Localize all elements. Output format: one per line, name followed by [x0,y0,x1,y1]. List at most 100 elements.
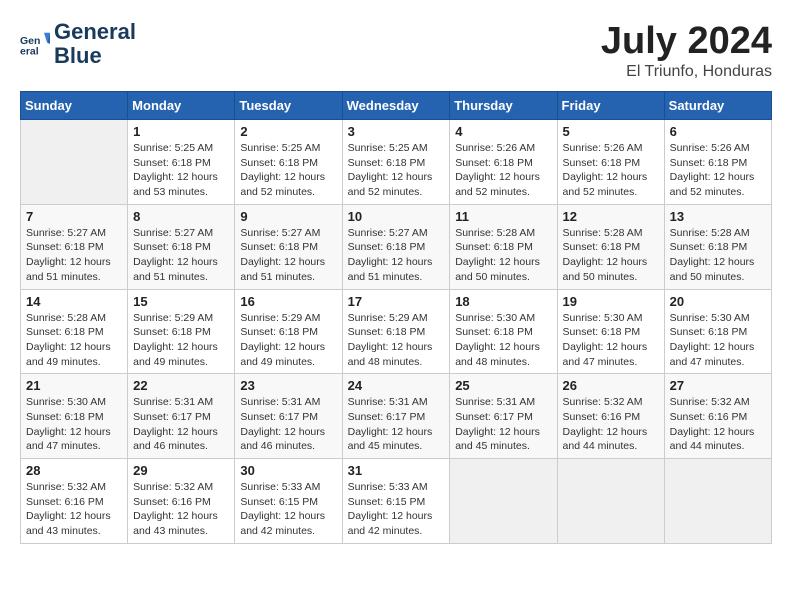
day-info: Sunrise: 5:30 AM Sunset: 6:18 PM Dayligh… [26,395,122,454]
calendar-cell: 14Sunrise: 5:28 AM Sunset: 6:18 PM Dayli… [21,289,128,374]
day-number: 5 [563,124,659,139]
day-info: Sunrise: 5:27 AM Sunset: 6:18 PM Dayligh… [133,226,229,285]
week-row-4: 21 Sunrise: 5:30 AM Sunset: 6:18 PM Dayli… [21,374,772,459]
calendar-cell: 23Sunrise: 5:31 AM Sunset: 6:17 PM Dayli… [235,374,342,459]
week-row-2: 7 Sunrise: 5:27 AM Sunset: 6:18 PM Daylig… [21,204,772,289]
day-number: 21 [26,378,122,393]
calendar-cell: 13Sunrise: 5:28 AM Sunset: 6:18 PM Dayli… [664,204,771,289]
calendar-cell: 30Sunrise: 5:33 AM Sunset: 6:15 PM Dayli… [235,459,342,544]
day-info: Sunrise: 5:31 AM Sunset: 6:17 PM Dayligh… [455,395,551,454]
day-header-thursday: Thursday [450,92,557,120]
day-number: 13 [670,209,766,224]
title-block: July 2024 El Triunfo, Honduras [601,20,772,81]
day-number: 20 [670,294,766,309]
calendar-cell: 27Sunrise: 5:32 AM Sunset: 6:16 PM Dayli… [664,374,771,459]
calendar-cell: 19Sunrise: 5:30 AM Sunset: 6:18 PM Dayli… [557,289,664,374]
week-row-5: 28 Sunrise: 5:32 AM Sunset: 6:16 PM Dayli… [21,459,772,544]
day-info: Sunrise: 5:32 AM Sunset: 6:16 PM Dayligh… [133,480,229,539]
calendar-cell: 31 Sunrise: 5:33 AM Sunset: 6:15 PM Dayli… [342,459,450,544]
day-info: Sunrise: 5:28 AM Sunset: 6:18 PM Dayligh… [455,226,551,285]
calendar-cell [21,120,128,205]
day-info: Sunrise: 5:31 AM Sunset: 6:17 PM Dayligh… [348,395,445,454]
calendar-cell: 26 Sunrise: 5:32 AM Sunset: 6:16 PM Dayli… [557,374,664,459]
day-header-saturday: Saturday [664,92,771,120]
day-number: 17 [348,294,445,309]
day-info: Sunrise: 5:27 AM Sunset: 6:18 PM Dayligh… [240,226,336,285]
calendar-cell: 6 Sunrise: 5:26 AM Sunset: 6:18 PM Daylig… [664,120,771,205]
calendar-cell: 7 Sunrise: 5:27 AM Sunset: 6:18 PM Daylig… [21,204,128,289]
day-info: Sunrise: 5:31 AM Sunset: 6:17 PM Dayligh… [240,395,336,454]
day-number: 24 [348,378,445,393]
day-header-friday: Friday [557,92,664,120]
calendar-cell: 5 Sunrise: 5:26 AM Sunset: 6:18 PM Daylig… [557,120,664,205]
day-number: 6 [670,124,766,139]
day-number: 3 [348,124,445,139]
day-info: Sunrise: 5:30 AM Sunset: 6:18 PM Dayligh… [670,311,766,370]
calendar-cell: 25 Sunrise: 5:31 AM Sunset: 6:17 PM Dayli… [450,374,557,459]
day-number: 28 [26,463,122,478]
day-number: 25 [455,378,551,393]
day-number: 2 [240,124,336,139]
calendar-cell [557,459,664,544]
day-header-sunday: Sunday [21,92,128,120]
calendar-cell: 22Sunrise: 5:31 AM Sunset: 6:17 PM Dayli… [128,374,235,459]
day-number: 15 [133,294,229,309]
day-info: Sunrise: 5:33 AM Sunset: 6:15 PM Dayligh… [240,480,336,539]
logo-text: General Blue [54,20,136,68]
day-info: Sunrise: 5:29 AM Sunset: 6:18 PM Dayligh… [348,311,445,370]
calendar-cell: 21 Sunrise: 5:30 AM Sunset: 6:18 PM Dayli… [21,374,128,459]
calendar-cell: 15Sunrise: 5:29 AM Sunset: 6:18 PM Dayli… [128,289,235,374]
day-info: Sunrise: 5:32 AM Sunset: 6:16 PM Dayligh… [563,395,659,454]
calendar-cell: 16Sunrise: 5:29 AM Sunset: 6:18 PM Dayli… [235,289,342,374]
calendar-cell: 4Sunrise: 5:26 AM Sunset: 6:18 PM Daylig… [450,120,557,205]
calendar-cell: 8 Sunrise: 5:27 AM Sunset: 6:18 PM Daylig… [128,204,235,289]
calendar-cell: 9 Sunrise: 5:27 AM Sunset: 6:18 PM Daylig… [235,204,342,289]
day-number: 29 [133,463,229,478]
day-number: 1 [133,124,229,139]
day-number: 22 [133,378,229,393]
day-info: Sunrise: 5:25 AM Sunset: 6:18 PM Dayligh… [348,141,445,200]
calendar-cell: 17 Sunrise: 5:29 AM Sunset: 6:18 PM Dayli… [342,289,450,374]
page-header: Gen eral General Blue July 2024 El Triun… [20,20,772,81]
month-title: July 2024 [601,20,772,63]
calendar-cell: 1Sunrise: 5:25 AM Sunset: 6:18 PM Daylig… [128,120,235,205]
day-info: Sunrise: 5:32 AM Sunset: 6:16 PM Dayligh… [670,395,766,454]
calendar-table: SundayMondayTuesdayWednesdayThursdayFrid… [20,91,772,544]
day-number: 11 [455,209,551,224]
week-row-1: 1 Sunrise: 5:25 AM Sunset: 6:18 PM Daylig… [21,120,772,205]
day-number: 9 [240,209,336,224]
calendar-cell: 24 Sunrise: 5:31 AM Sunset: 6:17 PM Dayli… [342,374,450,459]
day-number: 12 [563,209,659,224]
day-header-monday: Monday [128,92,235,120]
location-subtitle: El Triunfo, Honduras [601,63,772,81]
day-info: Sunrise: 5:28 AM Sunset: 6:18 PM Dayligh… [26,311,122,370]
calendar-cell: 3 Sunrise: 5:25 AM Sunset: 6:18 PM Daylig… [342,120,450,205]
day-info: Sunrise: 5:25 AM Sunset: 6:18 PM Dayligh… [240,141,336,200]
week-row-3: 14Sunrise: 5:28 AM Sunset: 6:18 PM Dayli… [21,289,772,374]
logo-icon: Gen eral [20,29,50,59]
calendar-cell: 2 Sunrise: 5:25 AM Sunset: 6:18 PM Daylig… [235,120,342,205]
calendar-cell: 20 Sunrise: 5:30 AM Sunset: 6:18 PM Dayli… [664,289,771,374]
calendar-cell [664,459,771,544]
day-info: Sunrise: 5:27 AM Sunset: 6:18 PM Dayligh… [26,226,122,285]
day-info: Sunrise: 5:29 AM Sunset: 6:18 PM Dayligh… [240,311,336,370]
day-info: Sunrise: 5:33 AM Sunset: 6:15 PM Dayligh… [348,480,445,539]
day-info: Sunrise: 5:26 AM Sunset: 6:18 PM Dayligh… [670,141,766,200]
day-number: 31 [348,463,445,478]
day-header-tuesday: Tuesday [235,92,342,120]
day-number: 10 [348,209,445,224]
calendar-cell: 18Sunrise: 5:30 AM Sunset: 6:18 PM Dayli… [450,289,557,374]
day-info: Sunrise: 5:28 AM Sunset: 6:18 PM Dayligh… [563,226,659,285]
day-info: Sunrise: 5:26 AM Sunset: 6:18 PM Dayligh… [455,141,551,200]
day-number: 7 [26,209,122,224]
day-number: 26 [563,378,659,393]
day-header-wednesday: Wednesday [342,92,450,120]
calendar-cell: 12 Sunrise: 5:28 AM Sunset: 6:18 PM Dayli… [557,204,664,289]
calendar-cell: 11 Sunrise: 5:28 AM Sunset: 6:18 PM Dayli… [450,204,557,289]
logo: Gen eral General Blue [20,20,136,68]
day-info: Sunrise: 5:27 AM Sunset: 6:18 PM Dayligh… [348,226,445,285]
calendar-cell: 10 Sunrise: 5:27 AM Sunset: 6:18 PM Dayli… [342,204,450,289]
day-number: 8 [133,209,229,224]
svg-text:eral: eral [20,46,39,58]
day-info: Sunrise: 5:26 AM Sunset: 6:18 PM Dayligh… [563,141,659,200]
